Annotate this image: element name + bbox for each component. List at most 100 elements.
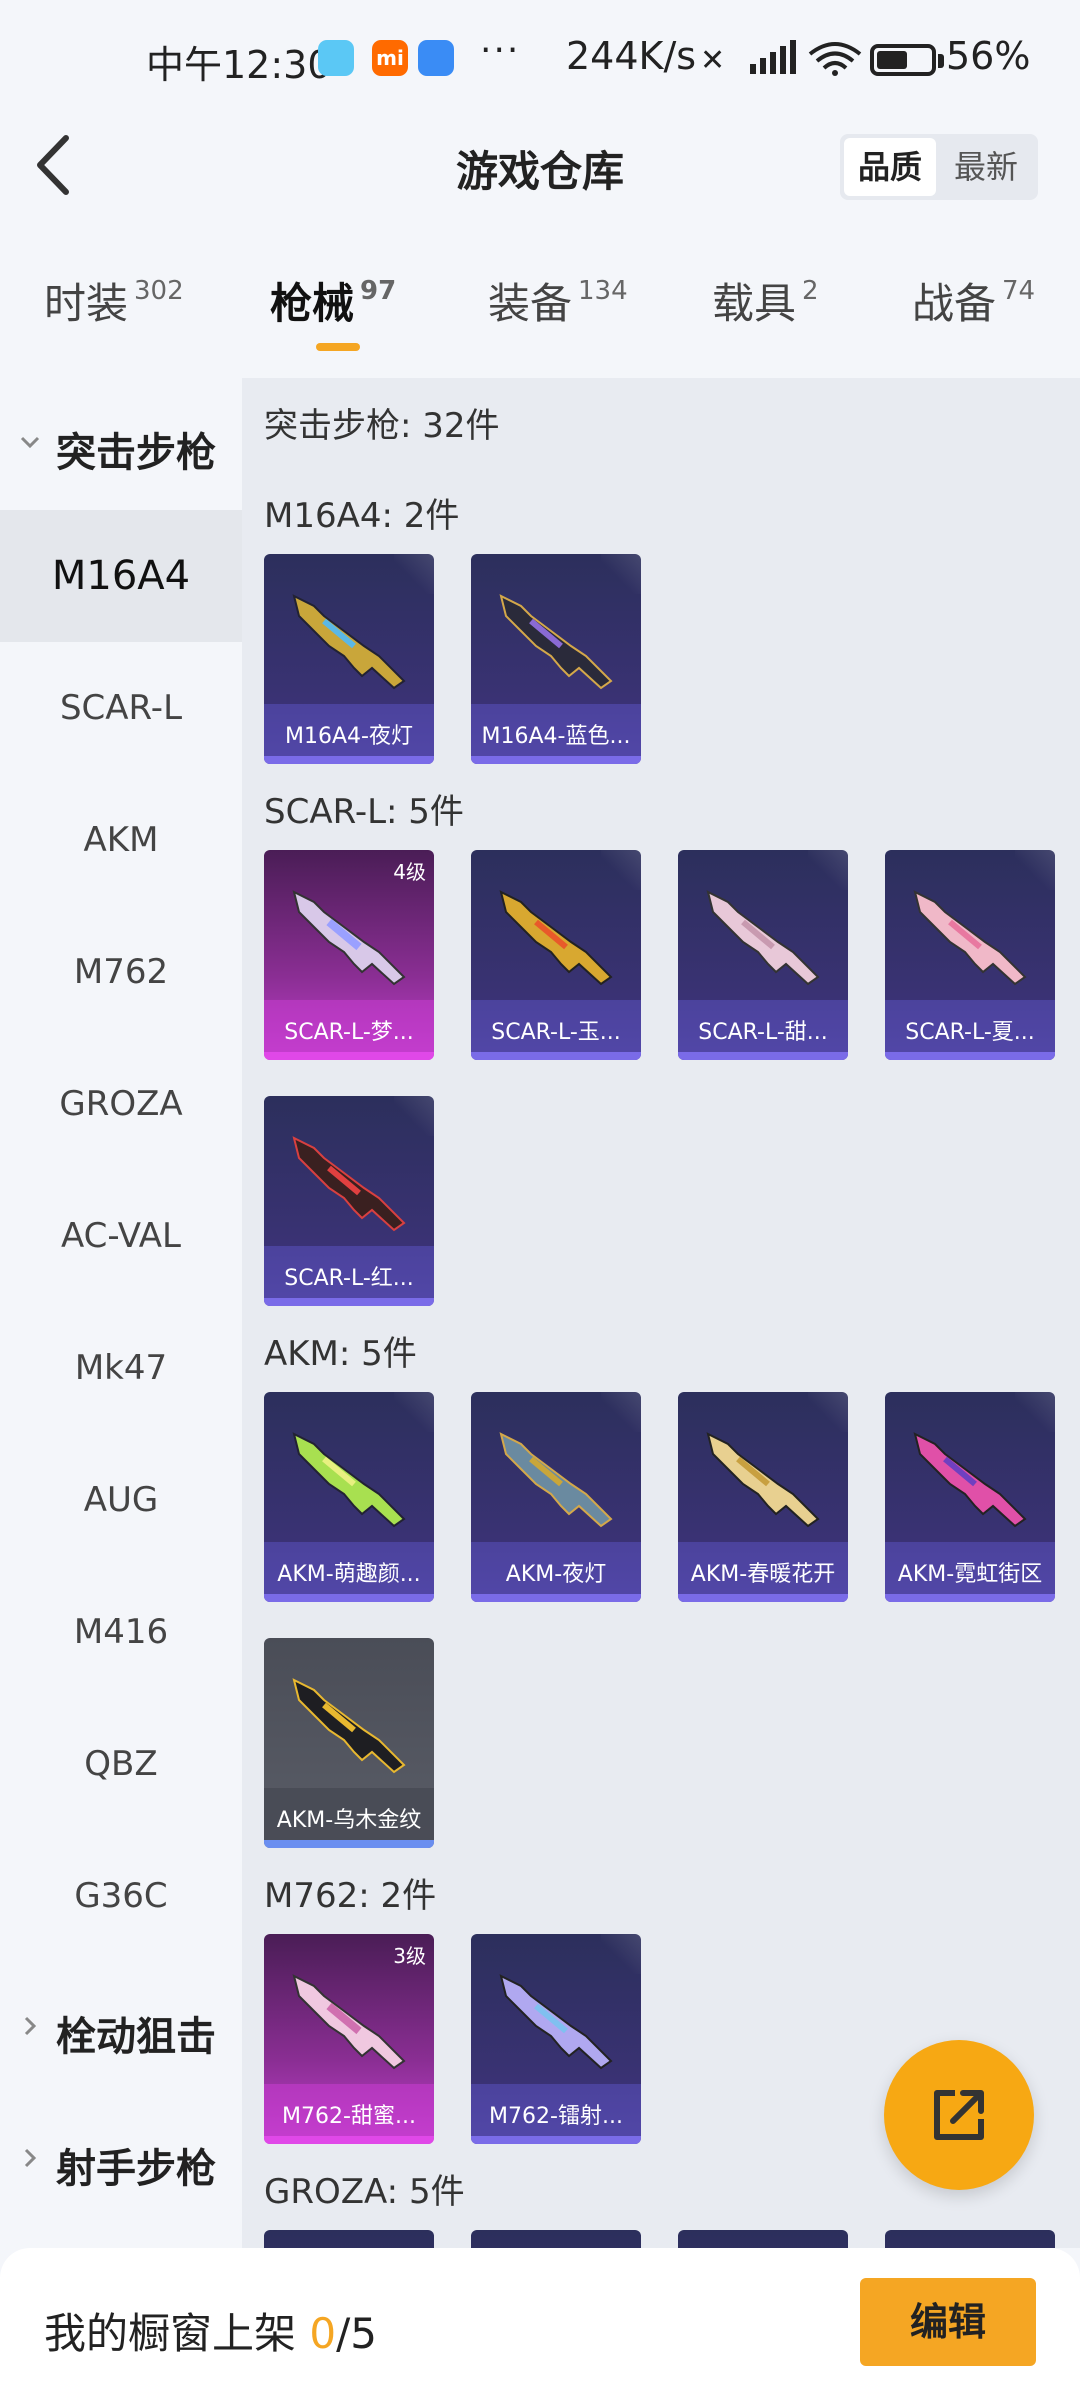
weapon-card[interactable]: 3级 M762-甜蜜... <box>264 1934 434 2144</box>
mi-app-icon: mi <box>372 40 408 76</box>
share-button[interactable] <box>884 2040 1034 2190</box>
rifle-image <box>292 1136 406 1232</box>
weapon-name: M16A4-蓝色... <box>481 724 631 749</box>
category-label: 栓动狙击 <box>56 2014 216 2060</box>
weapon-name: AKM-萌趣颜... <box>277 1562 421 1587</box>
weapon-card[interactable] <box>678 2230 848 2248</box>
rifle-image <box>499 1432 613 1528</box>
tab-count: 134 <box>578 276 628 306</box>
chevron-right-icon <box>24 2148 37 2168</box>
rifle-image <box>292 1432 406 1528</box>
group-title: M16A4: 2件 <box>264 496 460 536</box>
tab-label: 枪械 <box>270 279 355 328</box>
summary-title: 突击步枪: 32件 <box>264 406 500 446</box>
weapon-card[interactable]: AKM-乌木金纹 <box>264 1638 434 1848</box>
weapon-card[interactable]: SCAR-L-红... <box>264 1096 434 1306</box>
more-notifications-icon: ··· <box>480 30 521 71</box>
tab-count: 302 <box>134 276 184 306</box>
tab-count: 2 <box>802 276 819 306</box>
rifle-image <box>292 1678 406 1774</box>
showcase-label-text: 我的橱窗上架 <box>44 2309 310 2358</box>
weapon-card[interactable]: AKM-霓虹街区 <box>885 1392 1055 1602</box>
svg-text:✕: ✕ <box>700 43 725 78</box>
rifle-image <box>913 1432 1027 1528</box>
group-title: M762: 2件 <box>264 1876 437 1916</box>
network-speed: 244K/s <box>566 34 697 78</box>
share-icon <box>934 2090 984 2140</box>
weapon-name: SCAR-L-红... <box>284 1266 414 1291</box>
weapon-name: M762-镭射... <box>489 2104 623 2129</box>
tab-label: 装备 <box>488 279 573 328</box>
sidebar-item-m762[interactable]: M762 <box>0 906 242 1038</box>
weapon-card[interactable]: SCAR-L-甜... <box>678 850 848 1060</box>
rifle-image <box>292 1974 406 2070</box>
showcase-total: /5 <box>336 2309 377 2358</box>
rifle-image <box>499 890 613 986</box>
showcase-count: 0 <box>309 2309 337 2358</box>
weapon-card[interactable]: AKM-夜灯 <box>471 1392 641 1602</box>
group-title: AKM: 5件 <box>264 1334 417 1374</box>
app-notification-icon <box>318 40 354 76</box>
weapon-card[interactable]: 4级 SCAR-L-梦... <box>264 850 434 1060</box>
edit-button[interactable]: 编辑 <box>860 2278 1036 2366</box>
rifle-image <box>499 1974 613 2070</box>
weapon-card[interactable]: M16A4-蓝色... <box>471 554 641 764</box>
weapon-card[interactable]: M762-镭射... <box>471 1934 641 2144</box>
sidebar-item-mk47[interactable]: Mk47 <box>0 1302 242 1434</box>
tab-count: 74 <box>1002 276 1036 306</box>
weapon-card[interactable]: M16A4-夜灯 <box>264 554 434 764</box>
showcase-label: 我的橱窗上架 0/5 <box>44 2300 377 2361</box>
sidebar-item-m416[interactable]: M416 <box>0 1566 242 1698</box>
weapon-name: AKM-乌木金纹 <box>276 1808 422 1833</box>
battery-icon <box>870 44 936 76</box>
rifle-image <box>706 1432 820 1528</box>
tab-vehicles[interactable]: 载具 2 <box>712 270 819 360</box>
weapon-name: AKM-夜灯 <box>505 1562 607 1587</box>
weapon-card[interactable]: AKM-春暖花开 <box>678 1392 848 1602</box>
sidebar-item-aug[interactable]: AUG <box>0 1434 242 1566</box>
battery-percent: 56% <box>946 34 1031 78</box>
weapon-card[interactable]: SCAR-L-玉... <box>471 850 641 1060</box>
group-title: GROZA: 5件 <box>264 2172 465 2212</box>
tab-label: 战备 <box>912 279 997 328</box>
category-label: 突击步枪 <box>56 430 216 476</box>
showcase-bar: 我的橱窗上架 0/5 编辑 <box>0 2248 1080 2400</box>
category-label: 射手步枪 <box>56 2146 216 2192</box>
weapon-card[interactable] <box>264 2230 434 2248</box>
sidebar-item-m16a4[interactable]: M16A4 <box>0 510 242 642</box>
weapon-name: AKM-霓虹街区 <box>897 1562 1043 1587</box>
sidebar-item-g36c[interactable]: G36C <box>0 1830 242 1962</box>
sort-quality-button[interactable]: 品质 <box>844 138 936 196</box>
group-title: SCAR-L: 5件 <box>264 792 464 832</box>
weapon-name: SCAR-L-甜... <box>698 1020 828 1045</box>
weapon-card[interactable] <box>885 2230 1055 2248</box>
tab-gear[interactable]: 战备 74 <box>912 270 1035 360</box>
sidebar-item-groza[interactable]: GROZA <box>0 1038 242 1170</box>
rifle-image <box>706 890 820 986</box>
message-app-icon <box>418 40 454 76</box>
sidebar-item-scar-l[interactable]: SCAR-L <box>0 642 242 774</box>
weapon-card[interactable] <box>471 2230 641 2248</box>
weapon-sidebar: 突击步枪 M16A4 SCAR-L AKM M762 GROZA AC-VAL … <box>0 378 242 2248</box>
weapon-card[interactable]: SCAR-L-夏... <box>885 850 1055 1060</box>
weapon-name: M16A4-夜灯 <box>285 724 413 749</box>
weapon-list: 突击步枪: 32件 M16A4: 2件 M16A4-夜灯 M16A4-蓝色...… <box>242 378 1080 2248</box>
status-bar: 中午12:30 mi ··· 244K/s ✕ 56% <box>0 0 1080 118</box>
sidebar-category-assault-rifles[interactable]: 突击步枪 <box>0 378 242 510</box>
weapon-name: SCAR-L-夏... <box>905 1020 1035 1045</box>
sort-newest-button[interactable]: 最新 <box>940 138 1032 196</box>
sidebar-item-qbz[interactable]: QBZ <box>0 1698 242 1830</box>
weapon-name: M762-甜蜜... <box>282 2104 416 2129</box>
battery-tip <box>938 54 944 68</box>
tab-label: 载具 <box>712 279 797 328</box>
tab-count: 97 <box>360 276 397 306</box>
sidebar-category-bolt-action[interactable]: 栓动狙击 <box>0 1962 242 2094</box>
sidebar-item-akm[interactable]: AKM <box>0 774 242 906</box>
sidebar-item-ac-val[interactable]: AC-VAL <box>0 1170 242 1302</box>
tab-equipment[interactable]: 装备 134 <box>488 270 628 360</box>
weapon-card[interactable]: AKM-萌趣颜... <box>264 1392 434 1602</box>
sort-toggle: 品质 最新 <box>840 134 1038 200</box>
tab-fashion[interactable]: 时装 302 <box>44 270 184 360</box>
sidebar-category-marksman[interactable]: 射手步枪 <box>0 2094 242 2226</box>
category-tabs: 时装 302 枪械 97 装备 134 载具 2 战备 74 <box>0 270 1080 370</box>
